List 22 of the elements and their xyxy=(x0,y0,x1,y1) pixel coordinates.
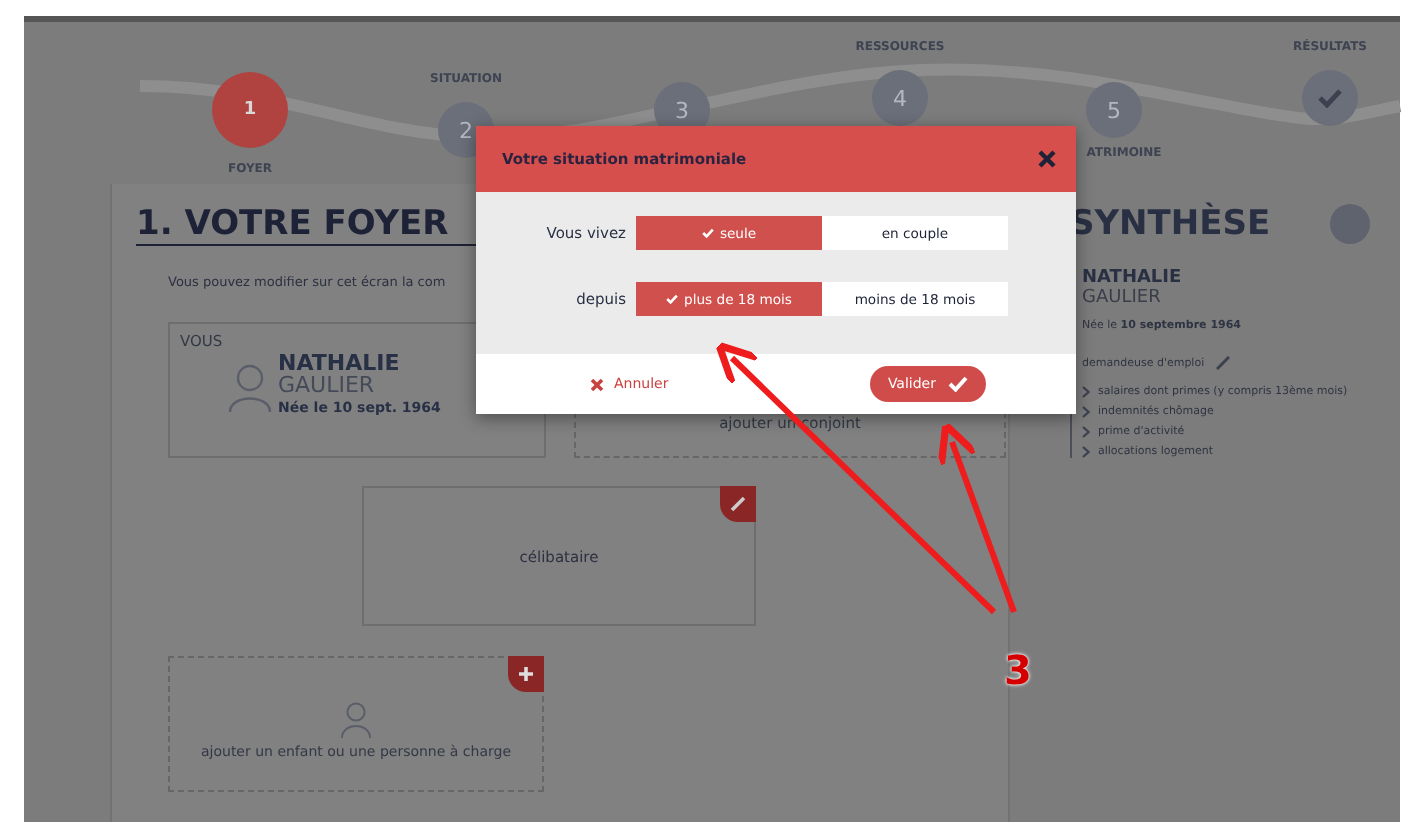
step-circle[interactable]: 4 xyxy=(872,70,928,126)
check-icon xyxy=(666,294,679,304)
first-name: NATHALIE xyxy=(278,352,402,374)
step-circle[interactable]: 1 xyxy=(212,72,288,148)
person-icon xyxy=(228,364,272,412)
add-icon[interactable] xyxy=(508,656,544,692)
pencil-icon[interactable] xyxy=(1216,356,1231,370)
annotation-number: 3 xyxy=(1004,646,1032,694)
circle-icon xyxy=(1330,204,1371,244)
check-icon xyxy=(1318,88,1342,108)
synthesis-title: SYNTHÈSE xyxy=(1070,204,1271,244)
close-icon xyxy=(590,377,604,391)
check-icon xyxy=(948,376,968,392)
last-name: GAULIER xyxy=(278,374,377,396)
last-name: GAULIER xyxy=(1082,288,1163,308)
step-circle[interactable]: 5 xyxy=(1086,82,1142,138)
step-circle[interactable] xyxy=(1302,70,1358,126)
first-name: NATHALIE xyxy=(1082,268,1184,288)
person-icon xyxy=(340,701,372,737)
edit-icon[interactable] xyxy=(720,486,756,522)
check-icon xyxy=(701,228,714,238)
close-icon[interactable] xyxy=(1038,150,1056,168)
